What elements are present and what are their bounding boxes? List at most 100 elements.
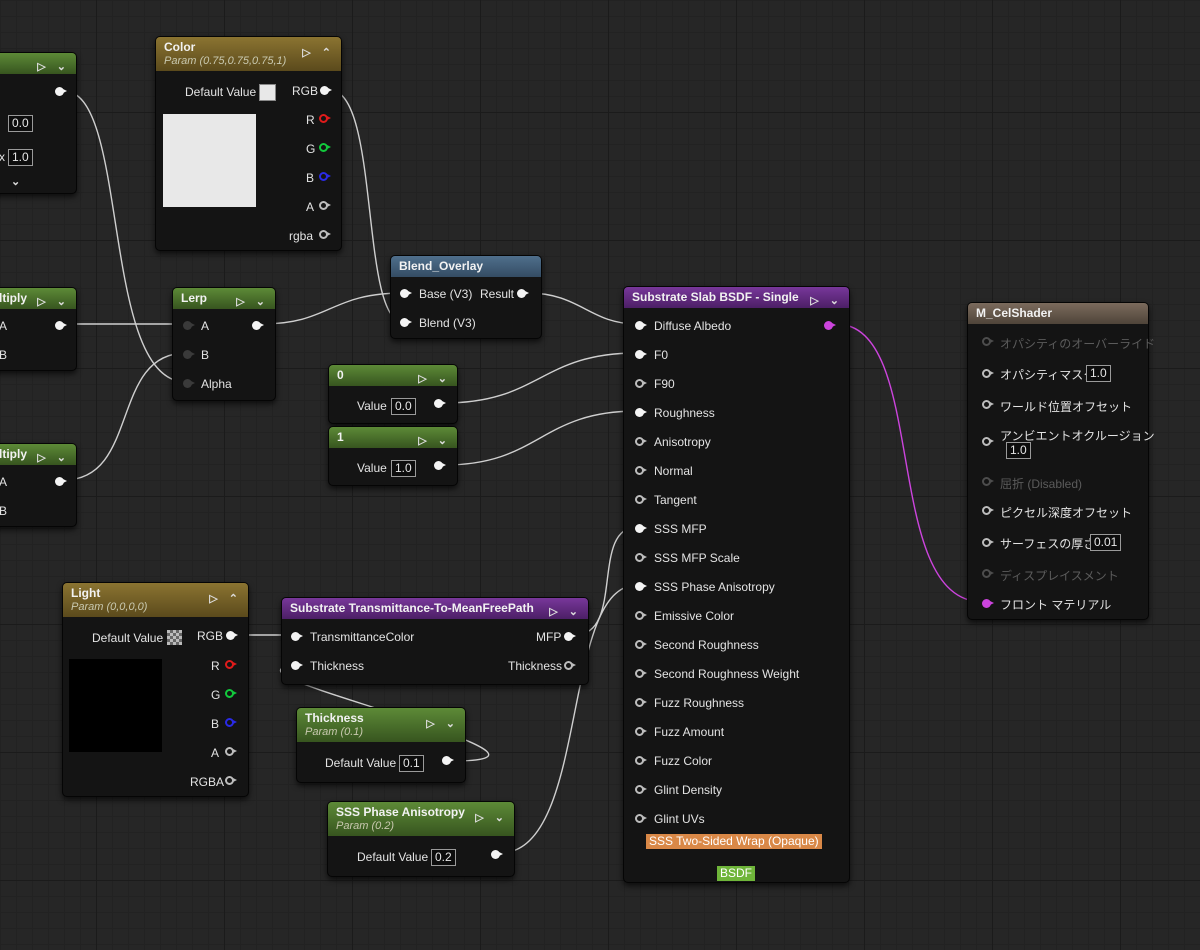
transmittance-to-mfp-node[interactable]: Substrate Transmittance-To-MeanFreePath … bbox=[281, 597, 589, 685]
roughness-input-pin[interactable] bbox=[635, 408, 647, 417]
node-controls[interactable]: ▷ ⌄ bbox=[418, 369, 451, 386]
emissive-color-input-pin[interactable] bbox=[635, 611, 647, 620]
constant-node-0[interactable]: 0 ▷ ⌄ Value 0.0 bbox=[328, 364, 458, 424]
blend-node-header[interactable]: Blend_Overlay bbox=[391, 256, 541, 277]
front-material-input-pin[interactable] bbox=[982, 599, 994, 608]
rgba-output-pin[interactable] bbox=[225, 776, 237, 785]
value-field-a[interactable]: 0.0 bbox=[8, 115, 33, 132]
mfp-output-pin[interactable] bbox=[564, 632, 576, 641]
rgb-output-pin[interactable] bbox=[320, 86, 332, 95]
base-input-pin[interactable] bbox=[400, 289, 412, 298]
opacity-override-input-pin[interactable] bbox=[982, 337, 994, 346]
node-controls[interactable]: ▷ ⌄ bbox=[810, 291, 843, 308]
second-roughness-input-pin[interactable] bbox=[635, 640, 647, 649]
output-pin[interactable] bbox=[434, 399, 446, 408]
f90-input-pin[interactable] bbox=[635, 379, 647, 388]
lerp-node[interactable]: Lerp ▷ ⌄ A B Alpha bbox=[172, 287, 276, 401]
blend-input-pin[interactable] bbox=[400, 318, 412, 327]
ambient-occlusion-value[interactable]: 1.0 bbox=[1006, 442, 1031, 459]
surface-thickness-input-pin[interactable] bbox=[982, 538, 994, 547]
result-output-pin[interactable] bbox=[252, 321, 264, 330]
value-field[interactable]: 1.0 bbox=[391, 460, 416, 477]
lerp-node-header[interactable]: Lerp ▷ ⌄ bbox=[173, 288, 275, 309]
a-input-pin[interactable] bbox=[183, 321, 195, 330]
f0-input-pin[interactable] bbox=[635, 350, 647, 359]
thickness-param-node[interactable]: Thickness Param (0.1) ▷ ⌄ Default Value … bbox=[296, 707, 466, 783]
substrate-slab-bsdf-node[interactable]: Substrate Slab BSDF - Single ▷ ⌄ Diffuse… bbox=[623, 286, 850, 883]
opacity-mask-input-pin[interactable] bbox=[982, 369, 994, 378]
constant-node-1[interactable]: 1 ▷ ⌄ Value 1.0 bbox=[328, 426, 458, 486]
displacement-input-pin[interactable] bbox=[982, 569, 994, 578]
thickness-output-pin[interactable] bbox=[564, 661, 576, 670]
node-controls[interactable]: ▷ ⌄ bbox=[549, 602, 582, 619]
default-value-field[interactable]: 0.1 bbox=[399, 755, 424, 772]
multiply-node-header[interactable]: ltiply ▷ ⌄ bbox=[0, 288, 76, 309]
refraction-input-pin[interactable] bbox=[982, 477, 994, 486]
output-pin[interactable] bbox=[55, 321, 67, 330]
a-output-pin[interactable] bbox=[319, 201, 331, 210]
node-controls[interactable]: ▷ ⌄ bbox=[236, 292, 269, 309]
bsdf-output-pin[interactable] bbox=[824, 321, 836, 330]
r-output-pin[interactable] bbox=[225, 660, 237, 669]
default-value-field[interactable]: 0.2 bbox=[431, 849, 456, 866]
glint-uvs-input-pin[interactable] bbox=[635, 814, 647, 823]
default-color-swatch-checker[interactable] bbox=[167, 630, 182, 645]
surface-thickness-value[interactable]: 0.01 bbox=[1090, 534, 1122, 551]
partial-node-top[interactable]: ▷ ⌄ 0.0 x 1.0 ⌄ bbox=[0, 52, 77, 194]
node-controls[interactable]: ▷ ⌄ bbox=[426, 717, 459, 730]
node-controls[interactable]: ▷ ⌄ bbox=[475, 811, 508, 824]
output-pin[interactable] bbox=[434, 461, 446, 470]
world-position-offset-input-pin[interactable] bbox=[982, 400, 994, 409]
color-node-header[interactable]: Color Param (0.75,0.75,0.75,1) ▷ ⌃ bbox=[156, 37, 341, 71]
fuzz-color-input-pin[interactable] bbox=[635, 756, 647, 765]
rgba-output-pin[interactable] bbox=[319, 230, 331, 239]
color-param-node[interactable]: Color Param (0.75,0.75,0.75,1) ▷ ⌃ Defau… bbox=[155, 36, 342, 251]
r-output-pin[interactable] bbox=[319, 114, 331, 123]
light-param-node[interactable]: Light Param (0,0,0,0) ▷ ⌃ Default Value … bbox=[62, 582, 249, 797]
diffuse-albedo-input-pin[interactable] bbox=[635, 321, 647, 330]
partial-node-header[interactable]: ▷ ⌄ bbox=[0, 53, 76, 74]
slab-node-header[interactable]: Substrate Slab BSDF - Single ▷ ⌄ bbox=[624, 287, 849, 308]
g-output-pin[interactable] bbox=[225, 689, 237, 698]
node-controls[interactable]: ▷ ⌄ bbox=[418, 431, 451, 448]
b-input-pin[interactable] bbox=[183, 350, 195, 359]
sss-mfp-input-pin[interactable] bbox=[635, 524, 647, 533]
result-output-pin[interactable] bbox=[517, 289, 529, 298]
blend-overlay-node[interactable]: Blend_Overlay Base (V3) Result Blend (V3… bbox=[390, 255, 542, 339]
alpha-input-pin[interactable] bbox=[183, 379, 195, 388]
glint-density-input-pin[interactable] bbox=[635, 785, 647, 794]
sss-mfp-scale-input-pin[interactable] bbox=[635, 553, 647, 562]
multiply-node-header[interactable]: ltiply ▷ ⌄ bbox=[0, 444, 76, 465]
material-output-node[interactable]: M_CelShader オパシティのオーバーライド オパシティマスク 1.0 ワ… bbox=[967, 302, 1155, 620]
transmittance-node-header[interactable]: Substrate Transmittance-To-MeanFreePath … bbox=[282, 598, 588, 619]
expand-chevron-icon[interactable]: ⌄ bbox=[11, 175, 20, 188]
light-node-header[interactable]: Light Param (0,0,0,0) ▷ ⌃ bbox=[63, 583, 248, 617]
output-pin[interactable] bbox=[442, 756, 454, 765]
pixel-depth-offset-input-pin[interactable] bbox=[982, 506, 994, 515]
tangent-input-pin[interactable] bbox=[635, 495, 647, 504]
a-output-pin[interactable] bbox=[225, 747, 237, 756]
sss-phase-anisotropy-input-pin[interactable] bbox=[635, 582, 647, 591]
material-node-header[interactable]: M_CelShader bbox=[968, 303, 1148, 324]
output-pin[interactable] bbox=[55, 87, 67, 96]
thickness-node-header[interactable]: Thickness Param (0.1) ▷ ⌄ bbox=[297, 708, 465, 742]
ambient-occlusion-input-pin[interactable] bbox=[982, 437, 994, 446]
normal-input-pin[interactable] bbox=[635, 466, 647, 475]
transmittance-color-input-pin[interactable] bbox=[291, 632, 303, 641]
node-controls[interactable]: ▷ ⌃ bbox=[209, 592, 242, 605]
output-pin[interactable] bbox=[491, 850, 503, 859]
anisotropy-input-pin[interactable] bbox=[635, 437, 647, 446]
node-controls[interactable]: ▷ ⌄ bbox=[37, 57, 70, 74]
b-output-pin[interactable] bbox=[225, 718, 237, 727]
multiply-node-1[interactable]: ltiply ▷ ⌄ A B bbox=[0, 287, 77, 371]
multiply-node-2[interactable]: ltiply ▷ ⌄ A B bbox=[0, 443, 77, 527]
constant-node-header[interactable]: 1 ▷ ⌄ bbox=[329, 427, 457, 448]
sss-phase-node-header[interactable]: SSS Phase Anisotropy Param (0.2) ▷ ⌄ bbox=[328, 802, 514, 836]
node-controls[interactable]: ▷ ⌄ bbox=[37, 292, 70, 309]
node-controls[interactable]: ▷ ⌃ bbox=[302, 46, 335, 59]
g-output-pin[interactable] bbox=[319, 143, 331, 152]
value-field[interactable]: 0.0 bbox=[391, 398, 416, 415]
default-color-swatch[interactable] bbox=[259, 84, 276, 101]
b-output-pin[interactable] bbox=[319, 172, 331, 181]
node-controls[interactable]: ▷ ⌄ bbox=[37, 448, 70, 465]
